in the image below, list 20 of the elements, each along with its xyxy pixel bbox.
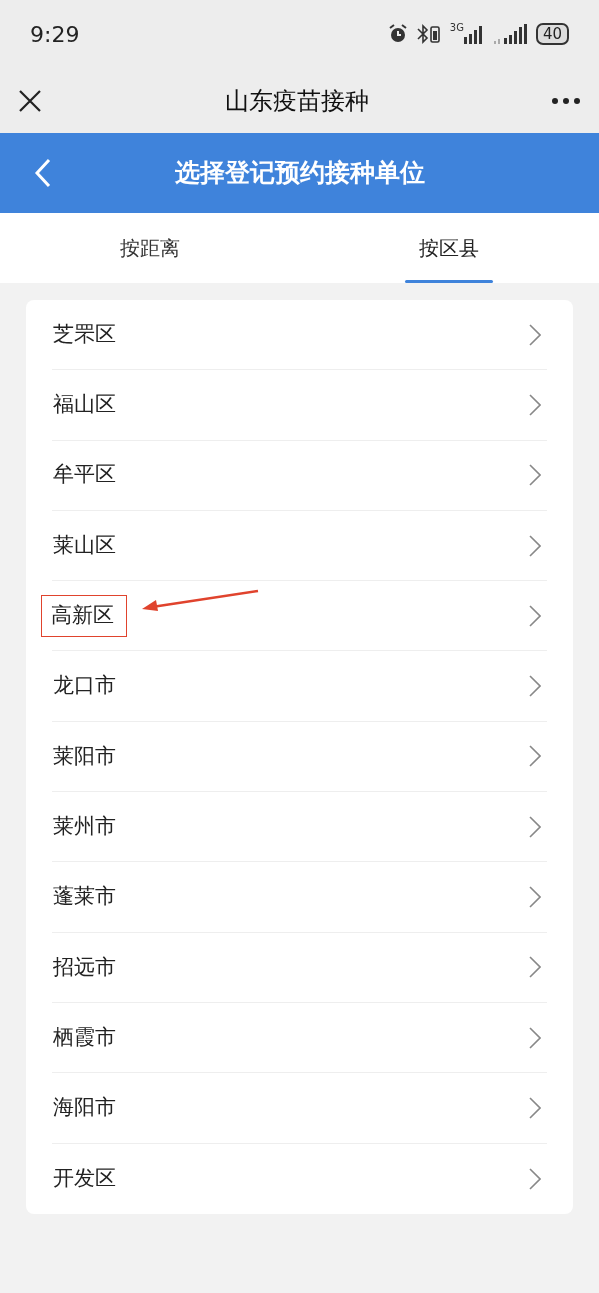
app-title: 山东疫苗接种 — [224, 85, 369, 117]
tab[interactable]: 按区县 — [405, 213, 494, 283]
district-item[interactable]: 莱阳市 — [52, 735, 117, 778]
battery-level: 40 — [535, 23, 569, 45]
district-item[interactable]: 芝罘区 — [52, 313, 117, 356]
district-item[interactable]: 龙口市 — [52, 665, 117, 707]
district-item[interactable]: 栖霞市 — [52, 1016, 117, 1059]
district-item[interactable]: 海阳市 — [52, 1087, 117, 1129]
district-item[interactable]: 招远市 — [52, 946, 117, 989]
tab[interactable]: 按距离 — [105, 213, 194, 283]
page-title: 选择登记预约接种单位 — [174, 158, 425, 188]
network-type: 3G — [449, 23, 464, 33]
district-item[interactable]: 莱州市 — [52, 805, 117, 848]
district-item[interactable]: 福山区 — [52, 384, 117, 426]
district-item[interactable]: 开发区 — [52, 1157, 117, 1200]
district-item[interactable]: 莱山区 — [52, 524, 117, 567]
clock-time: 9:29 — [30, 20, 80, 49]
highlighted-district-item[interactable]: 高新区 — [41, 595, 127, 637]
district-item[interactable]: 牟平区 — [52, 454, 117, 496]
district-item[interactable]: 蓬莱市 — [52, 876, 117, 918]
